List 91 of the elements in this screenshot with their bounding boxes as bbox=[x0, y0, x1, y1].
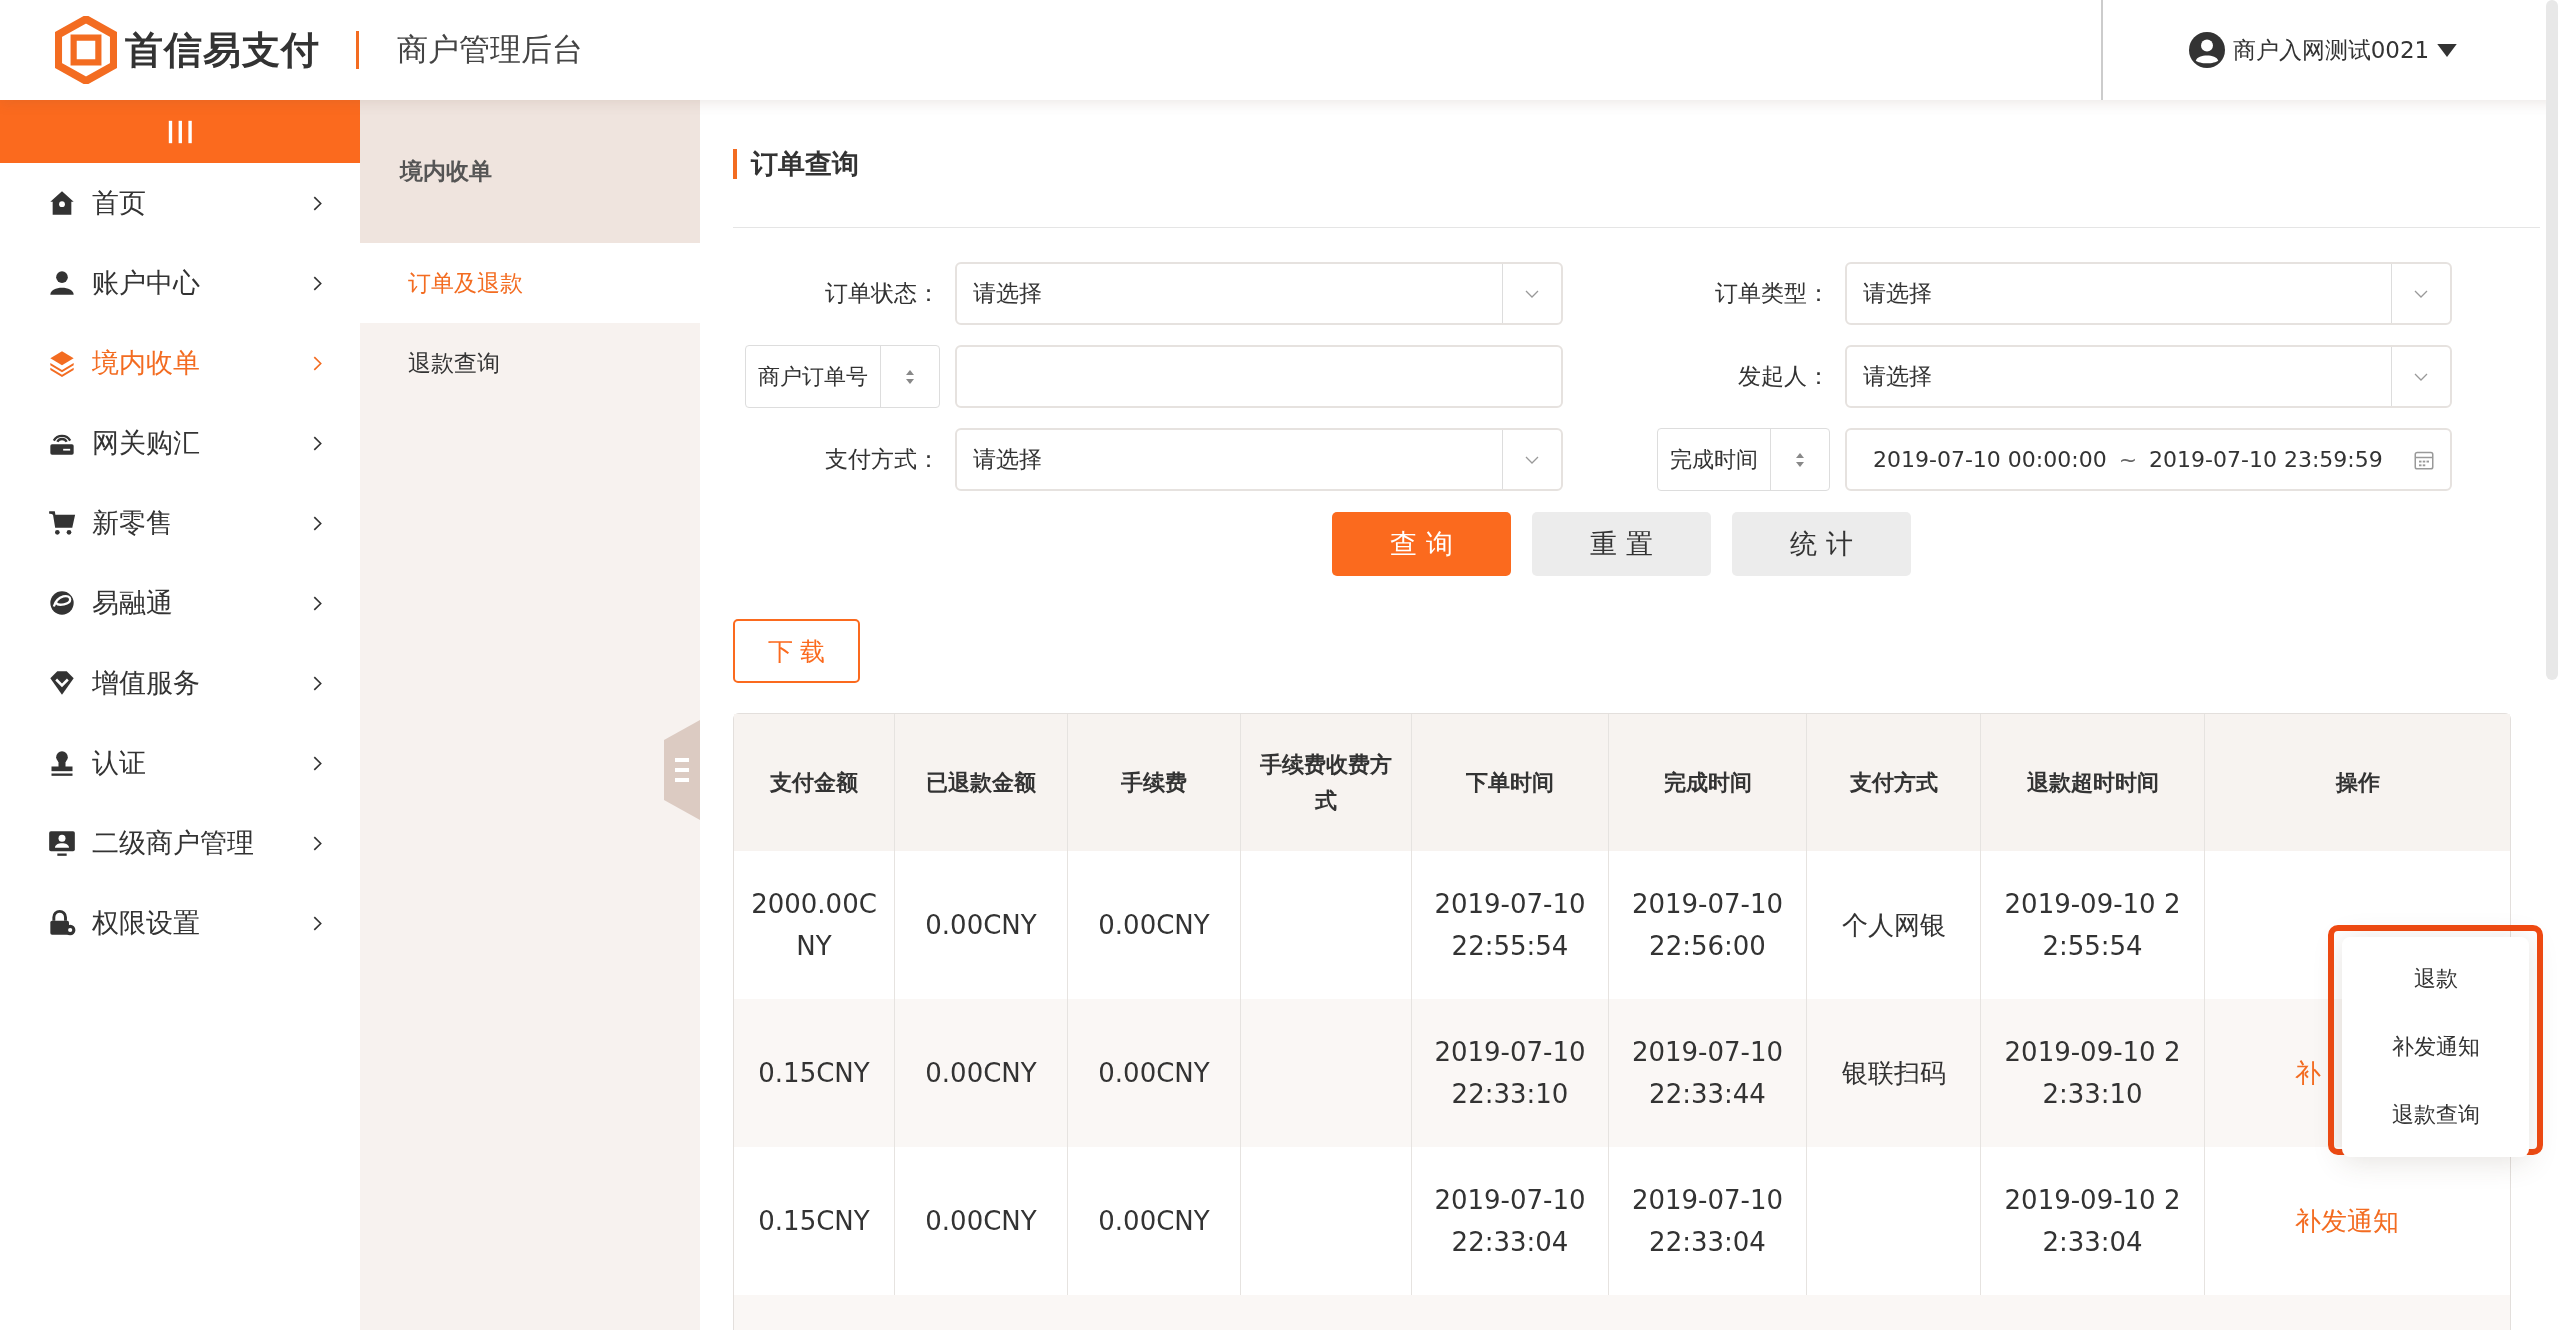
field-label: 支付方式： bbox=[825, 445, 940, 474]
text-input-field[interactable] bbox=[955, 345, 1563, 408]
select-field[interactable]: 请选择 bbox=[955, 262, 1563, 325]
lock-gear-icon bbox=[48, 909, 76, 937]
chevron-right-icon bbox=[313, 675, 322, 691]
column-header: 支付方式 bbox=[1849, 768, 1938, 797]
select-field[interactable]: 请选择 bbox=[955, 428, 1563, 491]
sidebar-item[interactable]: 二级商户管理 bbox=[0, 803, 360, 883]
sort-arrows-icon bbox=[905, 368, 915, 385]
section-title: 境内收单 bbox=[400, 157, 492, 186]
column-header: 已退款金额 bbox=[926, 768, 1036, 797]
table-cell-text: 2019-07-10 22:56:00 bbox=[1630, 888, 1785, 963]
column-header: 退款超时时间 bbox=[2026, 768, 2159, 797]
column-header: 下单时间 bbox=[1466, 768, 1554, 797]
table-cell-text: 0.15CNY bbox=[758, 1205, 870, 1238]
table-cell-text: 2019-07-10 22:33:04 bbox=[1433, 1184, 1587, 1259]
submenu-item[interactable]: 退款查询 bbox=[360, 323, 700, 403]
chevron-down-icon bbox=[1525, 289, 1539, 298]
chevron-right-icon bbox=[313, 195, 322, 211]
stats-button[interactable]: 统 计 bbox=[1732, 512, 1911, 576]
table-cell-text: 0.00CNY bbox=[1098, 1205, 1210, 1238]
select-field[interactable]: 请选择 bbox=[1845, 262, 2452, 325]
table-cell-text: 2019-09-10 22:33:10 bbox=[2003, 1036, 2182, 1111]
sidebar-item[interactable]: 首页 bbox=[0, 163, 360, 243]
sidebar-item[interactable]: 新零售 bbox=[0, 483, 360, 563]
table-cell-text: 0.00CNY bbox=[925, 1205, 1037, 1238]
table-cell-text: 2019-07-10 22:33:04 bbox=[1630, 1184, 1785, 1259]
table-cell-text: 0.00CNY bbox=[925, 1057, 1037, 1090]
chevron-down-icon bbox=[1525, 455, 1539, 464]
calendar-icon bbox=[2414, 449, 2434, 470]
table-cell-text: 0.00CNY bbox=[1098, 909, 1210, 942]
chevron-right-icon bbox=[313, 915, 322, 931]
house-icon bbox=[48, 189, 76, 217]
menu-item[interactable]: 补发通知 bbox=[2342, 1013, 2529, 1081]
chevron-right-icon bbox=[313, 755, 322, 771]
chevron-right-icon bbox=[313, 595, 322, 611]
chevron-down-icon bbox=[2414, 289, 2428, 298]
caret-icon bbox=[2437, 43, 2458, 57]
date-range-field[interactable]: 2019-07-10 00:00:00 ~ 2019-07-10 23:59:59 bbox=[1845, 428, 2452, 491]
field-label: 发起人： bbox=[1738, 362, 1830, 391]
table-cell-text: 2019-07-10 22:55:54 bbox=[1433, 888, 1587, 963]
cart-icon bbox=[48, 509, 76, 537]
menu-item[interactable]: 退款查询 bbox=[2342, 1081, 2529, 1149]
reset-button[interactable]: 重 置 bbox=[1532, 512, 1711, 576]
sort-arrows-icon bbox=[1795, 451, 1805, 468]
menu-toggle-bar[interactable] bbox=[0, 100, 360, 163]
select-field[interactable]: 请选择 bbox=[1845, 345, 2452, 408]
table-cell-text: 2019-09-10 22:55:54 bbox=[2003, 888, 2182, 963]
menu-item[interactable]: 退款 bbox=[2342, 945, 2529, 1013]
chevron-down-icon bbox=[2414, 372, 2428, 381]
field-label: 订单类型： bbox=[1715, 279, 1830, 308]
sidebar-item[interactable]: 易融通 bbox=[0, 563, 360, 643]
sidebar-item[interactable]: 权限设置 bbox=[0, 883, 360, 963]
app-title: 商户管理后台 bbox=[397, 30, 583, 69]
field-label: 订单状态： bbox=[825, 279, 940, 308]
field-type-selector[interactable]: 商户订单号 bbox=[745, 345, 940, 408]
chevron-right-icon bbox=[313, 355, 322, 371]
table-cell-text: 0.00CNY bbox=[1098, 1057, 1210, 1090]
sidebar-item[interactable]: 账户中心 bbox=[0, 243, 360, 323]
chevron-right-icon bbox=[313, 835, 322, 851]
layers-icon bbox=[48, 349, 76, 377]
field-type-selector[interactable]: 完成时间 bbox=[1657, 428, 1830, 491]
user-menu[interactable]: 商户入网测试0021 bbox=[2188, 32, 2458, 68]
column-header: 支付金额 bbox=[770, 768, 858, 797]
sidebar-item[interactable]: 增值服务 bbox=[0, 643, 360, 723]
table-cell-text: 2019-07-10 22:33:44 bbox=[1630, 1036, 1785, 1111]
column-header: 操作 bbox=[2335, 768, 2380, 797]
table-cell-text: 2019-07-10 22:33:10 bbox=[1433, 1036, 1587, 1111]
chevron-right-icon bbox=[313, 515, 322, 531]
column-header: 手续费收费方式 bbox=[1259, 750, 1393, 815]
sidebar-item[interactable]: 网关购汇 bbox=[0, 403, 360, 483]
column-header: 完成时间 bbox=[1663, 768, 1752, 797]
id-card-icon bbox=[48, 829, 76, 857]
globe-icon bbox=[48, 589, 76, 617]
table-cell-text: 个人网银 bbox=[1841, 909, 1946, 942]
table-cell-text: 0.15CNY bbox=[758, 1057, 870, 1090]
diamond-icon bbox=[48, 669, 76, 697]
logo-icon bbox=[55, 16, 117, 84]
table-cell-text: 0.00CNY bbox=[925, 909, 1037, 942]
column-header: 手续费 bbox=[1121, 768, 1187, 797]
chevron-right-icon bbox=[313, 435, 322, 451]
page-title: 订单查询 bbox=[733, 148, 859, 179]
user-avatar-icon bbox=[2188, 32, 2225, 68]
brand-name: 首信易支付 bbox=[125, 26, 320, 74]
sidebar-item[interactable]: 认证 bbox=[0, 723, 360, 803]
chevron-right-icon bbox=[313, 275, 322, 291]
collapse-icon bbox=[675, 758, 689, 782]
table-cell-text: 2000.00CNY bbox=[750, 888, 878, 963]
person-icon bbox=[48, 269, 76, 297]
table-cell-text: 2019-09-10 22:33:04 bbox=[2003, 1184, 2182, 1259]
table-cell-text: 银联扫码 bbox=[1841, 1057, 1946, 1090]
